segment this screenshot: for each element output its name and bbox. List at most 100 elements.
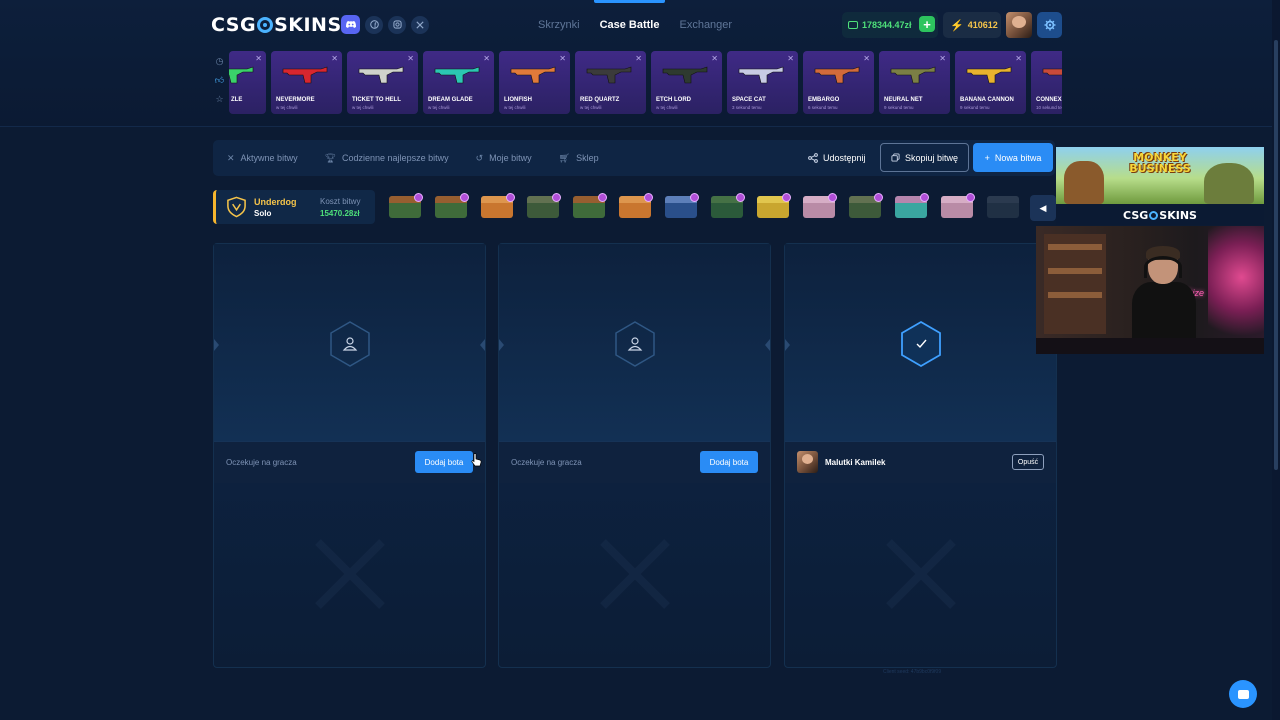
weapon-skin-icon [1042,68,1062,76]
case-badge-icon [414,193,423,202]
slot-footer: Oczekuje na gracza Dodaj bota [499,441,770,483]
nav-item-case-battle[interactable]: Case Battle [590,0,670,34]
ogre-character [1204,163,1254,204]
battle-case[interactable] [569,190,608,224]
case-badge-icon [506,193,515,202]
battle-case[interactable] [799,190,838,224]
settings-button[interactable] [1037,12,1062,38]
live-drop-card[interactable]: ✕ ETCH LORD w tej chwili [651,51,722,114]
leave-button[interactable]: Opuść [1012,454,1044,470]
drops-filter: ◷ 👍︎ ☆ [211,50,228,114]
hide-drop-icon[interactable]: ✕ [407,54,414,63]
battle-case[interactable] [523,190,562,224]
battle-case[interactable] [477,190,516,224]
deposit-button[interactable]: + [919,16,935,32]
battle-case[interactable] [385,190,424,224]
share-button[interactable]: Udostępnij [808,140,866,176]
nav-item-exchanger[interactable]: Exchanger [669,16,742,34]
drop-time: w tej chwili [352,105,374,110]
underdog-shield-icon [227,196,246,218]
battle-case[interactable] [753,190,792,224]
slot-status: Oczekuje na gracza [511,458,582,467]
battle-case[interactable] [431,190,470,224]
discord-icon[interactable] [341,15,360,34]
hide-drop-icon[interactable]: ✕ [559,54,566,63]
battle-case[interactable] [891,190,930,224]
hide-drop-icon[interactable]: ✕ [255,54,262,63]
live-drop-card[interactable]: ✕ SPACE CAT 3 sekund temu [727,51,798,114]
cases-scroll-left-button[interactable]: ◀ [1030,195,1056,221]
battle-case[interactable] [661,190,700,224]
x-icon[interactable] [411,15,429,34]
tab-daily-best[interactable]: 🏆︎ Codzienne najlepsze bitwy [325,153,449,164]
live-drop-card[interactable]: ✕ LIONFISH w tej chwili [499,51,570,114]
slot-footer: Oczekuje na gracza Dodaj bota [214,441,485,483]
drop-time: 3 sekund temu [732,105,762,110]
tab-active-battles[interactable]: ✕ Aktywne bitwy [227,153,298,164]
wallet-balance[interactable]: 178344.47zł + [842,12,938,38]
hide-drop-icon[interactable]: ✕ [483,54,490,63]
new-battle-button[interactable]: + Nowa bitwa [973,143,1053,172]
swords-watermark-icon [314,539,385,609]
live-drop-card[interactable]: ✕ NEURAL NET 9 sekund temu [879,51,950,114]
add-bot-button[interactable]: Dodaj bota [415,451,473,473]
swords-watermark-icon [599,539,670,609]
copy-label: Skopiuj bitwę [904,152,959,163]
instagram-icon[interactable] [388,15,406,34]
sponsor-game-banner: MONKEY BUSINESS [1056,147,1264,204]
facebook-icon[interactable] [365,15,383,34]
nav-item-skrzynki[interactable]: Skrzynki [528,16,590,34]
add-bot-button[interactable]: Dodaj bota [700,451,758,473]
battle-case[interactable] [615,190,654,224]
coins-balance[interactable]: ⚡ 410612 [943,12,1001,38]
site-logo[interactable]: CSG SKINS [211,14,342,36]
live-drop-card[interactable]: ✕ DREAM GLADE w tej chwili [423,51,494,114]
star-icon[interactable]: ☆ [215,93,223,105]
scrollbar-thumb[interactable] [1274,40,1278,470]
battle-case[interactable] [983,190,1022,224]
hide-drop-icon[interactable]: ✕ [787,54,794,63]
tab-label: Sklep [576,153,599,163]
live-drop-card[interactable]: ✕ EMBARGO 6 sekund temu [803,51,874,114]
live-drop-card[interactable]: ✕ RED QUARTZ w tej chwili [575,51,646,114]
battle-case[interactable] [845,190,884,224]
case-badge-icon [644,193,653,202]
live-drop-card[interactable]: ✕ ZLE [229,51,266,114]
drop-item-name: RED QUARTZ [580,97,620,103]
weapon-skin-icon [738,66,784,84]
slot-edge-right [765,339,770,351]
live-drop-card[interactable]: ✕ BANANA CANNON 9 sekund temu [955,51,1026,114]
clock-icon[interactable]: ◷ [216,55,224,67]
battle-case[interactable] [937,190,976,224]
live-drop-card[interactable]: ✕CONNEXION10 sekund temu [1031,51,1062,114]
plus-icon: + [984,152,990,163]
drop-item-name: SPACE CAT [732,97,766,103]
hide-drop-icon[interactable]: ✕ [711,54,718,63]
live-drop-card[interactable]: ✕ TICKET TO HELL w tej chwili [347,51,418,114]
tab-label: Codzienne najlepsze bitwy [342,153,449,163]
hide-drop-icon[interactable]: ✕ [331,54,338,63]
monkey-character [1064,161,1104,204]
tab-my-battles[interactable]: ↺ Moje bitwy [476,153,532,164]
logo-text-part1: CSG [211,14,257,36]
copy-battle-button[interactable]: Skopiuj bitwę [880,143,969,172]
thumbs-up-icon[interactable]: 👍︎ [215,74,224,86]
hide-drop-icon[interactable]: ✕ [635,54,642,63]
hide-drop-icon[interactable]: ✕ [939,54,946,63]
battle-case[interactable] [707,190,746,224]
chat-button[interactable] [1229,680,1257,708]
user-avatar[interactable] [1006,12,1032,38]
page-scrollbar[interactable] [1272,0,1280,720]
drop-item-name: NEVERMORE [276,97,315,103]
slot-edge-left [785,339,790,351]
live-drop-card[interactable]: ✕ NEVERMORE w tej chwili [271,51,342,114]
copy-icon [891,153,900,162]
tab-shop[interactable]: 🛒︎ Sklep [559,153,599,164]
case-badge-icon [552,193,561,202]
empty-player-icon [614,321,655,367]
webcam-overlay: Rize [1036,226,1264,354]
hand-cursor-icon [471,453,482,467]
hide-drop-icon[interactable]: ✕ [1015,54,1022,63]
hide-drop-icon[interactable]: ✕ [863,54,870,63]
overlay-brand-part2: SKINS [1159,208,1197,222]
